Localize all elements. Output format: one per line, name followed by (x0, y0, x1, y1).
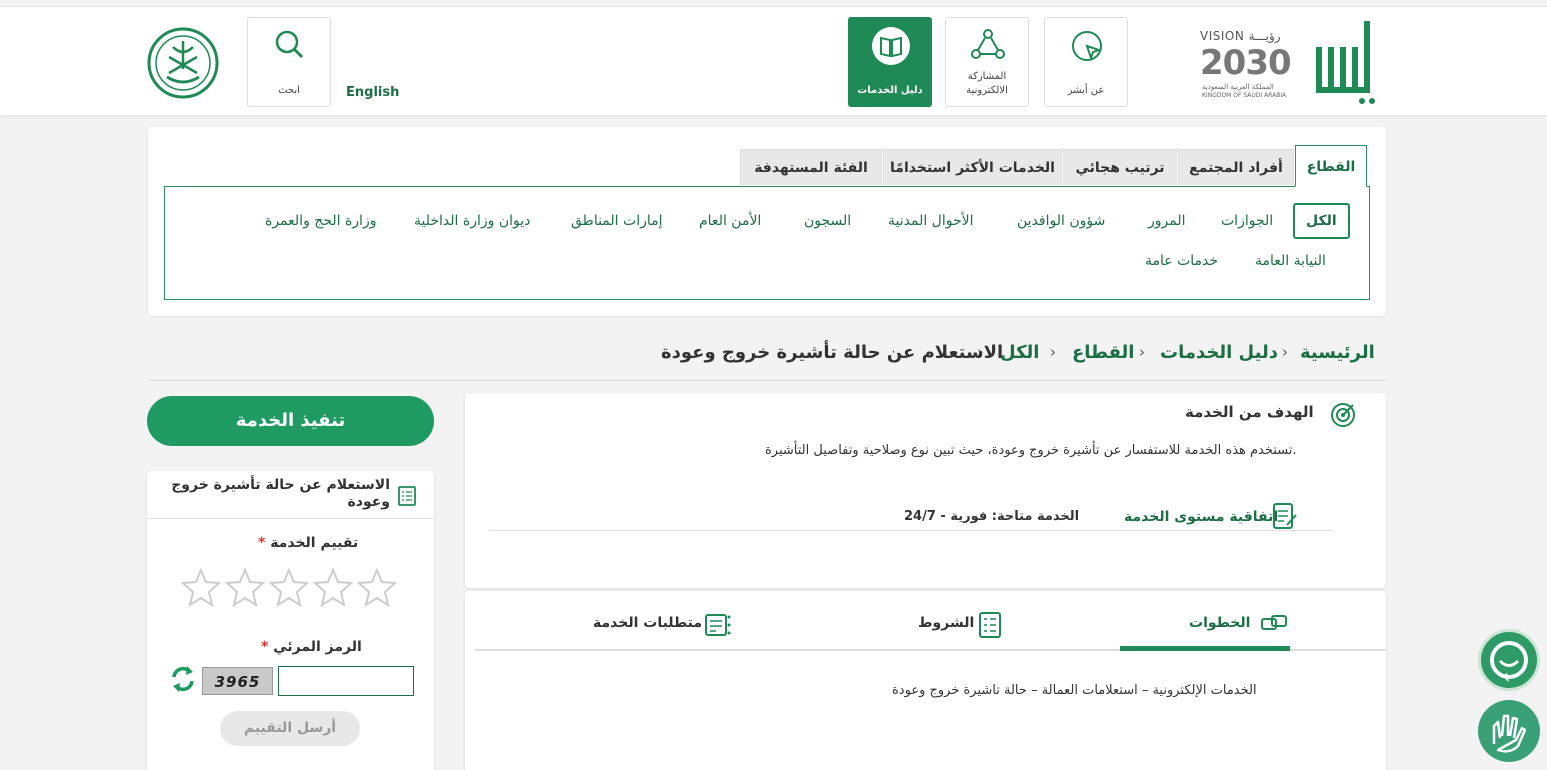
service-details-card: الخطوات الشروط متطلبات الخدمة الخدمات ال… (465, 591, 1386, 770)
breadcrumb-current: الاستعلام عن حالة تأشيرة خروج وعودة (661, 342, 1004, 363)
sector-expatriates[interactable]: شؤون الوافدين (1017, 213, 1105, 229)
sector-civil-affairs[interactable]: الأحوال المدنية (888, 213, 974, 229)
service-goal-card: الهدف من الخدمة تستخدم هذه الخدمة للاستف… (465, 393, 1386, 588)
sector-traffic[interactable]: المرور (1148, 213, 1186, 229)
details-tabs: الخطوات الشروط متطلبات الخدمة (475, 591, 1386, 651)
nav-about-absher[interactable]: عن أبشر (1044, 17, 1128, 107)
ministry-emblem (147, 27, 219, 99)
breadcrumb: الرئيسية › دليل الخدمات › القطاع › الكل … (148, 325, 1386, 381)
absher-logo[interactable] (1316, 19, 1380, 105)
tab-conditions[interactable]: الشروط (918, 615, 974, 631)
captcha-label: * الرمز المرئي (261, 639, 362, 655)
goal-description: تستخدم هذه الخدمة للاستفسار عن تأشيرة خر… (765, 443, 1297, 458)
search-button[interactable]: ابحث (247, 17, 331, 107)
sector-hajj[interactable]: وزارة الحج والعمرة (265, 213, 376, 229)
checklist-icon (979, 612, 1001, 638)
tab-community[interactable]: أفراد المجتمع (1178, 149, 1294, 185)
cursor-click-icon (1072, 31, 1103, 62)
book-icon (872, 27, 910, 65)
tab-requirements[interactable]: متطلبات الخدمة (593, 615, 702, 631)
english-link[interactable]: English (346, 85, 399, 100)
sign-language-icon (1492, 714, 1527, 753)
sector-regions[interactable]: إمارات المناطق (571, 213, 663, 229)
captcha-image: 3965 (202, 667, 273, 695)
steps-icon (1261, 615, 1287, 630)
tab-steps[interactable]: الخطوات (1189, 615, 1250, 631)
breadcrumb-separator: › (1282, 343, 1288, 361)
star-icon[interactable] (225, 567, 265, 607)
breadcrumb-all[interactable]: الكل (1000, 342, 1039, 363)
star-icon[interactable] (269, 567, 309, 607)
star-icon[interactable] (313, 567, 353, 607)
nav-service-guide[interactable]: دليل الخدمات (848, 17, 932, 107)
star-rating (181, 567, 401, 607)
share-network-icon (971, 29, 1005, 59)
vision-2030-logo: VISION رؤيـــة 2030 المملكة العربية السع… (1200, 29, 1292, 99)
breadcrumb-home[interactable]: الرئيسية (1300, 342, 1375, 363)
sector-passports[interactable]: الجوازات (1221, 213, 1273, 229)
target-icon (1331, 403, 1355, 427)
goal-title: الهدف من الخدمة (1185, 403, 1314, 421)
filter-panel: القطاع أفراد المجتمع ترتيب هجائي الخدمات… (148, 127, 1386, 316)
chat-support-icon (1490, 641, 1528, 682)
sector-public-security[interactable]: الأمن العام (699, 213, 761, 229)
refresh-icon[interactable] (169, 664, 197, 694)
sector-all[interactable]: الكل (1293, 203, 1350, 239)
breadcrumb-service-guide[interactable]: دليل الخدمات (1160, 342, 1278, 363)
star-icon[interactable] (181, 567, 221, 607)
sla-link[interactable]: اتفاقية مستوى الخدمة (1124, 509, 1278, 525)
breadcrumb-sector[interactable]: القطاع (1072, 342, 1134, 363)
sla-row: اتفاقية مستوى الخدمة الخدمة متاحة: فورية… (489, 501, 1332, 531)
tab-sector[interactable]: القطاع (1295, 145, 1367, 187)
requirements-icon (705, 614, 731, 636)
star-icon[interactable] (357, 567, 397, 607)
sector-general-services[interactable]: خدمات عامة (1145, 253, 1218, 269)
breadcrumb-separator: › (1139, 343, 1145, 361)
document-list-icon (398, 486, 416, 506)
breadcrumb-separator: › (1050, 343, 1056, 361)
nav-e-participation[interactable]: المشاركة الالكترونية (945, 17, 1029, 107)
rating-card: الاستعلام عن حالة تأشيرة خروج وعودة * تق… (147, 471, 434, 770)
submit-rating-button[interactable]: أرسل التقييم (220, 711, 360, 746)
active-tab-indicator (1120, 646, 1290, 651)
tab-most-used[interactable]: الخدمات الأكثر استخدامًا (883, 149, 1062, 185)
required-marker: * (258, 535, 266, 551)
sector-list: الكل الجوازات المرور شؤون الوافدين الأحو… (164, 186, 1370, 300)
search-icon (275, 30, 304, 59)
sector-moi-diwan[interactable]: ديوان وزارة الداخلية (414, 213, 530, 229)
availability-text: الخدمة متاحة: فورية - 24/7 (904, 509, 1080, 524)
sector-prisons[interactable]: السجون (804, 213, 851, 229)
required-marker: * (261, 639, 269, 655)
steps-content: الخدمات الإلكترونية – استعلامات العمالة … (892, 683, 1257, 698)
tab-alphabetical[interactable]: ترتيب هجائي (1063, 149, 1177, 185)
support-chat-button[interactable] (1478, 629, 1540, 691)
rating-service-title: الاستعلام عن حالة تأشيرة خروج وعودة (171, 477, 390, 510)
rating-card-header: الاستعلام عن حالة تأشيرة خروج وعودة (147, 471, 434, 519)
execute-service-button[interactable]: تنفيذ الخدمة (147, 396, 434, 446)
sign-language-button[interactable] (1478, 700, 1540, 762)
tab-target-group[interactable]: الفئة المستهدفة (740, 149, 882, 185)
sector-public-prosecution[interactable]: النيابة العامة (1255, 253, 1326, 269)
site-header: VISION رؤيـــة 2030 المملكة العربية السع… (0, 6, 1547, 115)
rating-label: * تقييم الخدمة (258, 535, 359, 551)
captcha-input[interactable] (278, 666, 414, 696)
